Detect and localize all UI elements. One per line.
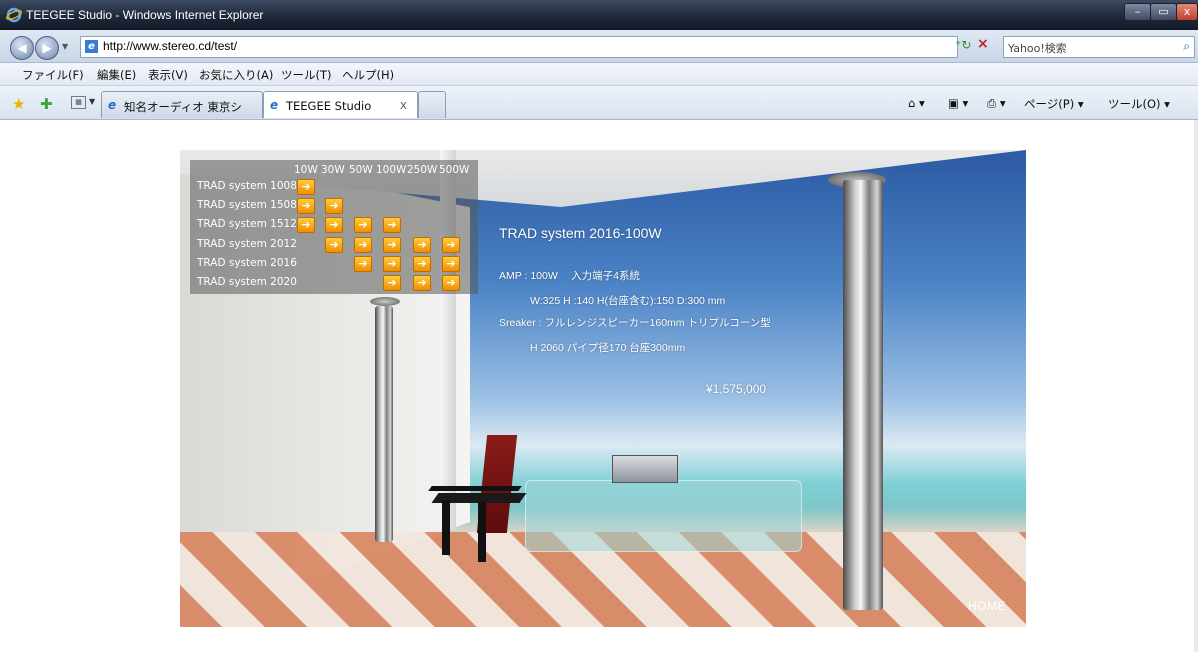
speaker-cap xyxy=(370,297,400,306)
tab-teegee-studio[interactable]: e TEEGEE Studio x xyxy=(263,91,418,118)
ie-logo-icon xyxy=(5,7,23,23)
system-label: TRAD system 1008 xyxy=(197,180,297,192)
close-window-button[interactable]: x xyxy=(1176,3,1198,21)
system-label: TRAD system 2020 xyxy=(197,276,297,288)
chair-leg xyxy=(442,500,450,555)
amplifier xyxy=(612,455,678,483)
title-bar: TEEGEE Studio - Windows Internet Explore… xyxy=(0,0,1198,30)
tab-audio-shop[interactable]: e 知名オーディオ 東京ショ... xyxy=(101,91,263,130)
watt-header: 500W xyxy=(439,164,470,176)
product-title: TRAD system 2016-100W xyxy=(499,225,662,241)
arrow-link-button[interactable]: ➔ xyxy=(354,237,372,253)
arrow-link-button[interactable]: ➔ xyxy=(325,237,343,253)
search-icon[interactable]: ⌕ xyxy=(1183,39,1190,54)
arrow-link-button[interactable]: ➔ xyxy=(383,237,401,253)
system-label: TRAD system 1512 xyxy=(197,218,297,230)
feeds-icon[interactable]: ▣ ▾ xyxy=(948,96,968,110)
system-label: TRAD system 2016 xyxy=(197,257,297,269)
ie-tab-icon: e xyxy=(108,98,117,112)
studio-scene-image: 10W 30W 50W 100W 250W 500W TRAD system 1… xyxy=(180,150,1026,627)
menu-help[interactable]: ヘルプ(H) xyxy=(342,67,394,83)
arrow-link-button[interactable]: ➔ xyxy=(442,237,460,253)
pipe-speaker-large xyxy=(843,180,883,610)
page-menu[interactable]: ページ(P) ▾ xyxy=(1024,96,1084,112)
arrow-link-button[interactable]: ➔ xyxy=(354,256,372,272)
product-price: ¥1,575,000 xyxy=(706,382,767,396)
watt-header: 100W xyxy=(376,164,407,176)
maximize-button[interactable]: ▭ xyxy=(1150,3,1177,21)
tab-label: TEEGEE Studio xyxy=(286,99,372,113)
print-icon[interactable]: ⎙ ▾ xyxy=(987,96,1006,111)
page-favicon-icon: e xyxy=(85,40,98,53)
url-input[interactable]: e http://www.stereo.cd/test/ ▼ xyxy=(80,36,1025,58)
search-placeholder: Yahoo!検索 xyxy=(1008,42,1067,55)
home-link[interactable]: HOME xyxy=(968,599,1006,613)
tools-menu[interactable]: ツール(O) ▾ xyxy=(1108,96,1170,112)
favorites-star-icon[interactable]: ★ xyxy=(12,95,25,113)
quick-tabs-icon[interactable]: ▦ xyxy=(71,96,86,109)
ie-tab-icon: e xyxy=(270,98,279,112)
minimize-button[interactable]: – xyxy=(1124,3,1151,21)
close-icon: x xyxy=(1183,5,1191,18)
close-tab-icon[interactable]: x xyxy=(400,98,407,112)
amp-spec: AMP : 100W 入力端子4系統 xyxy=(499,270,641,282)
glass-table xyxy=(525,480,802,552)
system-label: TRAD system 1508 xyxy=(197,199,297,211)
arrow-link-button[interactable]: ➔ xyxy=(383,256,401,272)
arrow-link-button[interactable]: ➔ xyxy=(325,217,343,233)
system-selector-panel: 10W 30W 50W 100W 250W 500W TRAD system 1… xyxy=(190,160,478,294)
chair-arm xyxy=(428,486,522,491)
arrow-link-button[interactable]: ➔ xyxy=(297,179,315,195)
stop-icon[interactable]: × xyxy=(977,36,989,52)
arrow-link-button[interactable]: ➔ xyxy=(442,256,460,272)
arrow-link-button[interactable]: ➔ xyxy=(297,217,315,233)
watt-header: 50W xyxy=(349,164,373,176)
home-icon[interactable]: ⌂ ▾ xyxy=(908,96,925,110)
arrow-link-button[interactable]: ➔ xyxy=(354,217,372,233)
tab-list-dropdown-icon[interactable]: ▼ xyxy=(89,97,95,106)
system-label: TRAD system 2012 xyxy=(197,238,297,250)
maximize-icon: ▭ xyxy=(1158,5,1169,18)
menu-bar: ファイル(F) 編集(E) 表示(V) お気に入り(A) ツール(T) ヘルプ(… xyxy=(0,63,1198,86)
refresh-icon[interactable]: ⁺↻ xyxy=(955,38,971,52)
arrow-link-button[interactable]: ➔ xyxy=(383,217,401,233)
arrow-link-button[interactable]: ➔ xyxy=(442,275,460,291)
amp-dimensions: W:325 H :140 H(台座含む):150 D:300 mm xyxy=(530,295,726,307)
window-title: TEEGEE Studio - Windows Internet Explore… xyxy=(26,8,264,22)
arrow-link-button[interactable]: ➔ xyxy=(413,256,431,272)
arrow-link-button[interactable]: ➔ xyxy=(383,275,401,291)
arrow-link-button[interactable]: ➔ xyxy=(413,275,431,291)
search-input[interactable]: Yahoo!検索 ⌕ xyxy=(1003,36,1195,58)
speaker-dimensions: H 2060 パイプ径170 台座300mm xyxy=(530,342,686,354)
arrow-link-button[interactable]: ➔ xyxy=(325,198,343,214)
menu-tools[interactable]: ツール(T) xyxy=(281,67,332,83)
watt-header: 10W xyxy=(294,164,318,176)
add-favorite-icon[interactable]: ✚ xyxy=(40,95,53,113)
tab-bar: ★ ✚ ▦ ▼ e 知名オーディオ 東京ショ... e TEEGEE Studi… xyxy=(0,86,1198,130)
arrow-link-button[interactable]: ➔ xyxy=(413,237,431,253)
forward-arrow-icon: ▶ xyxy=(42,41,52,55)
menu-view[interactable]: 表示(V) xyxy=(148,67,188,83)
pipe-speaker-small xyxy=(375,306,393,542)
back-arrow-icon: ◀ xyxy=(17,41,27,55)
speaker-spec: Sreaker : フルレンジスピーカー160mm トリプルコーン型 xyxy=(499,317,771,329)
scrollbar[interactable] xyxy=(1194,120,1198,652)
forward-button[interactable]: ▶ xyxy=(35,36,59,60)
menu-favorites[interactable]: お気に入り(A) xyxy=(199,67,273,83)
minimize-icon: – xyxy=(1134,5,1141,18)
watt-header: 30W xyxy=(321,164,345,176)
back-button[interactable]: ◀ xyxy=(10,36,34,60)
menu-file[interactable]: ファイル(F) xyxy=(22,67,84,83)
new-tab-button[interactable] xyxy=(418,91,446,118)
chair-leg xyxy=(478,502,486,562)
history-dropdown-icon[interactable]: ▼ xyxy=(62,42,68,51)
url-text[interactable]: http://www.stereo.cd/test/ xyxy=(103,39,237,53)
menu-edit[interactable]: 編集(E) xyxy=(97,67,136,83)
watt-header: 250W xyxy=(407,164,438,176)
arrow-link-button[interactable]: ➔ xyxy=(297,198,315,214)
